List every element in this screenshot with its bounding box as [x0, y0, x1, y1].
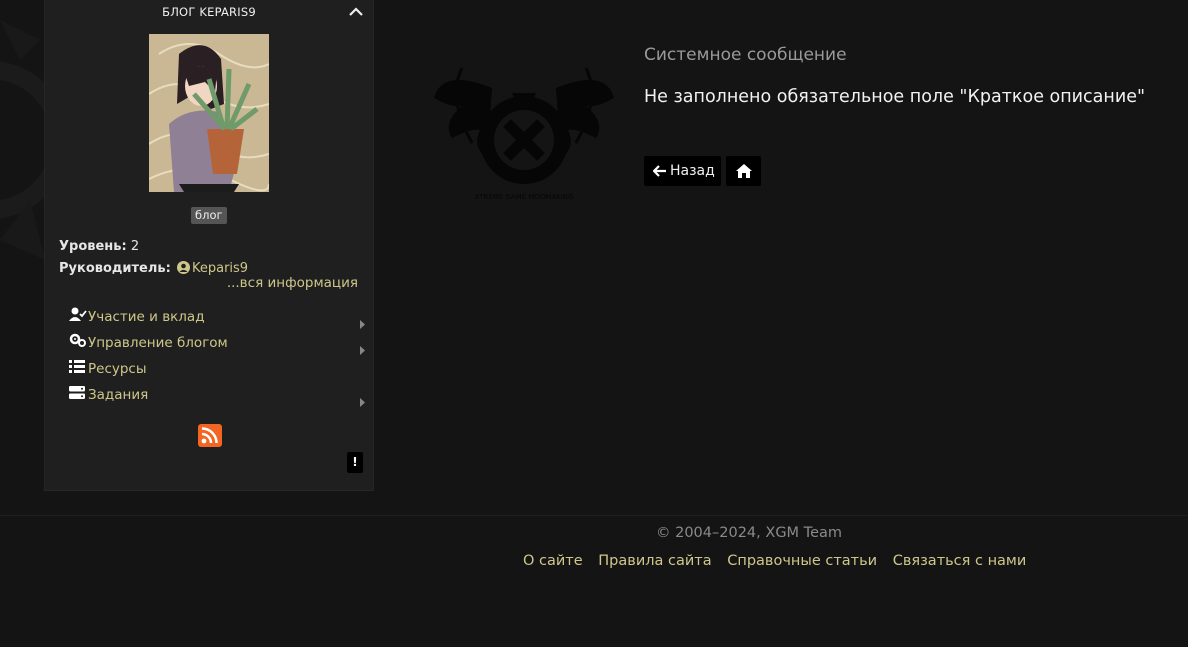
- menu-label-participation: Участие и вклад: [88, 309, 205, 325]
- menu-item-participation[interactable]: Участие и вклад: [69, 305, 365, 331]
- footer-divider: [0, 515, 1188, 516]
- user-circle-icon: [176, 261, 190, 278]
- report-button[interactable]: !: [347, 452, 363, 473]
- footer-nav: О сайте Правила сайта Справочные статьи …: [523, 553, 1037, 569]
- home-icon: [736, 164, 752, 178]
- level-value: 2: [130, 239, 140, 254]
- sidebar-title: БЛОГ KEPARIS9: [162, 5, 256, 19]
- menu-item-tasks[interactable]: Задания: [69, 383, 365, 409]
- menu-label-tasks: Задания: [88, 387, 149, 403]
- leader-row: Руководитель: Keparis9: [59, 261, 248, 278]
- gears-icon: [69, 331, 88, 355]
- leader-name: Keparis9: [191, 261, 249, 276]
- footer-link-about[interactable]: О сайте: [523, 553, 583, 569]
- blog-sidebar: БЛОГ KEPARIS9 блог Уровень: 2 Руководите…: [44, 0, 374, 491]
- blog-avatar[interactable]: [149, 34, 269, 192]
- leader-label: Руководитель:: [59, 261, 171, 276]
- home-button[interactable]: [726, 156, 761, 186]
- footer-link-contact[interactable]: Связаться с нами: [893, 553, 1027, 569]
- level-row: Уровень: 2: [59, 239, 139, 254]
- menu-item-blog-management[interactable]: Управление блогом: [69, 331, 365, 357]
- rss-feed-icon[interactable]: [198, 424, 222, 447]
- level-label: Уровень:: [59, 239, 127, 254]
- user-check-icon: [69, 305, 88, 329]
- menu-label-blog-management: Управление блогом: [88, 335, 228, 351]
- message-title: Системное сообщение: [644, 45, 847, 65]
- back-button-label: Назад: [670, 163, 715, 179]
- site-logo: XTREME GAME MODMAKING: [432, 48, 616, 206]
- chevron-up-icon[interactable]: [348, 4, 364, 18]
- sidebar-menu: Участие и вклад Управление блогом Ресурс…: [69, 305, 365, 409]
- blog-type-badge: блог: [191, 207, 227, 224]
- footer-copyright: © 2004–2024, XGM Team: [656, 525, 842, 541]
- message-text: Не заполнено обязательное поле "Краткое …: [644, 87, 1146, 107]
- leader-link[interactable]: Keparis9: [175, 261, 248, 276]
- menu-label-resources: Ресурсы: [88, 361, 147, 377]
- arrow-left-icon: [652, 165, 666, 177]
- menu-item-resources[interactable]: Ресурсы: [69, 357, 365, 383]
- caret-right-icon: [360, 391, 365, 415]
- list-icon: [69, 357, 88, 381]
- back-button[interactable]: Назад: [644, 156, 721, 186]
- footer-link-rules[interactable]: Правила сайта: [598, 553, 711, 569]
- server-icon: [69, 383, 88, 407]
- svg-text:XTREME GAME MODMAKING: XTREME GAME MODMAKING: [475, 193, 574, 201]
- more-info-link[interactable]: ...вся информация: [227, 275, 358, 291]
- footer-link-articles[interactable]: Справочные статьи: [727, 553, 877, 569]
